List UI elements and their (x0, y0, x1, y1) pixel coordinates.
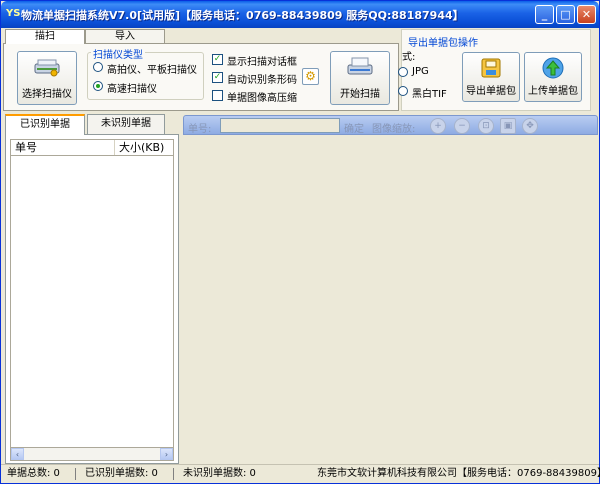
radio-bw-tif-label: 黑白TIF (412, 89, 447, 100)
status-company: 东莞市文软计算机科技有限公司【服务电话：0769-88439809】 (317, 468, 600, 479)
document-list-panel: 单号 大小(KB) ‹ › (5, 134, 179, 464)
export-package-icon (481, 58, 501, 78)
start-scan-button[interactable]: 开始扫描 (330, 51, 390, 105)
minimize-button[interactable]: _ (535, 5, 554, 24)
scroll-right-icon[interactable]: › (160, 448, 173, 460)
checkbox-high-compress-label: 单据图像高压缩 (227, 93, 297, 104)
list-header: 单号 大小(KB) (10, 139, 174, 156)
select-scanner-button[interactable]: 选择扫描仪 (17, 51, 77, 105)
close-button[interactable]: ✕ (577, 5, 596, 24)
fit-icon[interactable]: ⊡ (478, 118, 494, 134)
format-label: 式: (402, 52, 416, 63)
checkbox-high-compress[interactable] (212, 90, 223, 101)
gear-icon[interactable]: ⚙ (302, 68, 319, 85)
scan-panel: 选择扫描仪 扫描仪类型 高拍仪、平板扫描仪 高速扫描仪 ✓ 显示扫描对话框 ✓ … (3, 43, 399, 111)
checkbox-show-dialog[interactable]: ✓ (212, 54, 223, 65)
doc-no-input[interactable] (220, 118, 340, 133)
scanner-type-title: 扫描仪类型 (91, 46, 145, 61)
radio-high-speed[interactable] (93, 81, 103, 91)
document-list[interactable] (10, 156, 174, 448)
radio-jpg[interactable] (398, 67, 408, 77)
status-separator (173, 468, 174, 480)
zoom-out-icon[interactable]: − (454, 118, 470, 134)
select-scanner-label: 选择扫描仪 (22, 89, 72, 100)
scanner-start-icon (347, 57, 373, 75)
column-size[interactable]: 大小(KB) (115, 140, 173, 155)
doc-no-label: 单号: (188, 124, 212, 135)
title-bar[interactable]: YS 物流单据扫描系统V7.0[试用版]【服务电话：0769-88439809 … (1, 1, 599, 28)
app-icon: YS (6, 8, 21, 19)
scroll-left-icon[interactable]: ‹ (11, 448, 24, 460)
scanner-icon (34, 59, 60, 77)
ribbon: 描扫 导入 选择扫描仪 扫描仪类型 高拍仪、平板扫描仪 高速扫描仪 ✓ 显示扫描… (3, 29, 597, 112)
start-scan-label: 开始扫描 (340, 89, 380, 100)
column-doc-no[interactable]: 单号 (11, 140, 115, 155)
scanner-type-group: 扫描仪类型 高拍仪、平板扫描仪 高速扫描仪 (87, 46, 204, 100)
export-package-button[interactable]: 导出单据包 (462, 52, 520, 102)
maximize-button[interactable]: □ (556, 5, 575, 24)
tab-import[interactable]: 导入 (85, 29, 165, 43)
confirm-button[interactable]: 确定 (344, 120, 364, 135)
checkbox-show-dialog-label: 显示扫描对话框 (227, 57, 297, 68)
radio-bw-tif[interactable] (398, 86, 408, 96)
upload-package-button[interactable]: 上传单据包 (524, 52, 582, 102)
radio-document-camera-label: 高拍仪、平板扫描仪 (107, 65, 197, 76)
checkbox-auto-barcode-label: 自动识别条形码 (227, 75, 297, 86)
upload-icon (542, 57, 564, 79)
export-package-label: 导出单据包 (466, 86, 516, 97)
main-window: YS 物流单据扫描系统V7.0[试用版]【服务电话：0769-88439809 … (0, 0, 600, 484)
status-unrecognized: 未识别单据数: 0 (183, 468, 256, 479)
checkbox-auto-barcode[interactable]: ✓ (212, 72, 223, 83)
status-total: 单据总数: 0 (7, 468, 60, 479)
horizontal-scrollbar[interactable]: ‹ › (10, 447, 174, 461)
status-bar: 单据总数: 0 已识别单据数: 0 未识别单据数: 0 东莞市文软计算机科技有限… (1, 464, 600, 483)
image-viewer[interactable] (183, 135, 598, 463)
radio-high-speed-label: 高速扫描仪 (107, 84, 157, 95)
upload-package-label: 上传单据包 (528, 86, 578, 97)
rotate-icon[interactable]: ✥ (522, 118, 538, 134)
export-panel: 导出单据包操作 式: JPG 黑白TIF 导出单据包 上传单据包 (398, 29, 591, 111)
export-group-title: 导出单据包操作 (408, 38, 478, 49)
radio-jpg-label: JPG (412, 66, 429, 77)
actual-size-icon[interactable]: ▣ (500, 118, 516, 134)
image-toolbar: 单号: 确定 图像缩放: + − ⊡ ▣ ✥ (183, 115, 598, 135)
radio-document-camera[interactable] (93, 62, 103, 72)
zoom-in-icon[interactable]: + (430, 118, 446, 134)
status-separator (75, 468, 76, 480)
status-recognized: 已识别单据数: 0 (85, 468, 158, 479)
zoom-label: 图像缩放: (372, 124, 416, 135)
tab-scan[interactable]: 描扫 (5, 29, 85, 44)
tab-unrecognized[interactable]: 未识别单据 (87, 114, 165, 134)
tab-recognized[interactable]: 已识别单据 (5, 114, 85, 135)
window-title: 物流单据扫描系统V7.0[试用版]【服务电话：0769-88439809 服务Q… (21, 9, 464, 22)
